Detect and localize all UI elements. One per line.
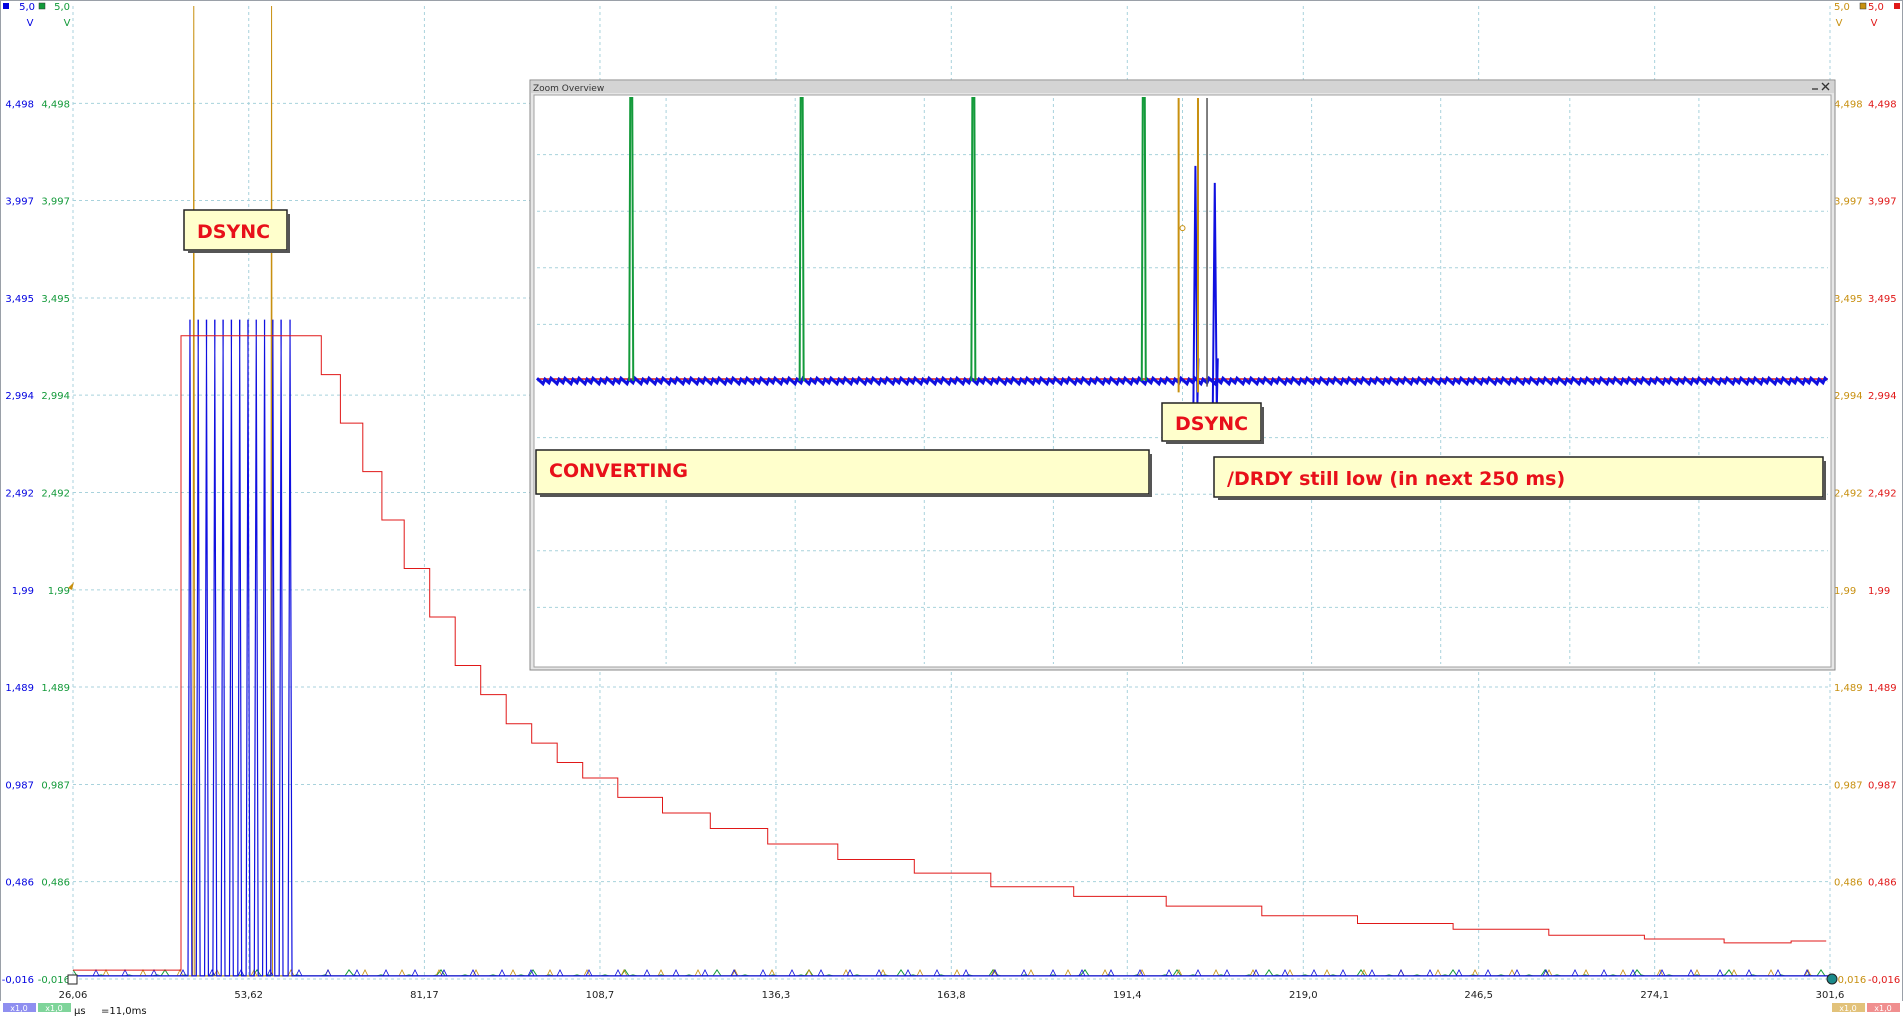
converting-annotation[interactable]: CONVERTING: [535, 449, 1152, 497]
blue-scale-tick: 3,997: [5, 197, 34, 208]
time-tick-label: 163,8: [937, 990, 966, 1001]
oscilloscope-view: 5,0 5,0 V V 4,498 3,997 3,495 2,994 2,492 1,99 1,4…: [0, 0, 1903, 1019]
green-scale-unit: V: [64, 18, 71, 29]
blue-scale-max: 5,0: [19, 2, 35, 13]
timebase-label: =11,0ms: [101, 1006, 147, 1017]
orange-scale-tick: 2,492: [1834, 489, 1863, 500]
time-unit-label: µs: [74, 1006, 86, 1017]
drdy-annotation[interactable]: /DRDY still low (in next 250 ms): [1213, 456, 1826, 500]
red-scale-unit: V: [1871, 18, 1878, 29]
orange-scale-tick: 4,498: [1834, 99, 1863, 110]
left-cursor-handle[interactable]: [67, 974, 78, 985]
zoom-dsync-label: DSYNC: [1175, 413, 1248, 435]
channel-badge-left-1[interactable]: x1,0: [3, 1003, 36, 1013]
right-cursor-handle[interactable]: [1826, 973, 1838, 985]
blue-scale-tick: -0,016: [2, 975, 34, 986]
green-scale-tick: 4,498: [41, 99, 70, 110]
time-tick-label: 219,0: [1289, 990, 1318, 1001]
blue-scale-unit: V: [27, 18, 34, 29]
blue-scale-tick: 1,99: [12, 586, 34, 597]
blue-scale-tick: 0,486: [5, 878, 34, 889]
red-scale-tick: 0,987: [1868, 780, 1897, 791]
blue-scale-tick: 4,498: [5, 99, 34, 110]
red-scale-tick: 3,997: [1868, 197, 1897, 208]
channel-red-marker[interactable]: [1894, 3, 1900, 9]
time-tick-label: 301,6: [1816, 990, 1845, 1001]
orange-scale-unit: V: [1836, 18, 1843, 29]
green-scale-tick: 2,994: [41, 391, 70, 402]
blue-scale-tick: 2,994: [5, 391, 34, 402]
time-tick-label: 108,7: [586, 990, 615, 1001]
channel-badge-right-1[interactable]: x1,0: [1832, 1003, 1865, 1013]
green-scale-max: 5,0: [54, 2, 70, 13]
channel-orange-marker[interactable]: [1859, 2, 1867, 10]
channel-badge-left-2[interactable]: x1,0: [38, 1003, 71, 1013]
blue-scale-tick: 3,495: [5, 294, 34, 305]
zoom-title-bar[interactable]: [531, 81, 1834, 93]
svg-text:x1,0: x1,0: [45, 1004, 62, 1013]
channel-blue-marker[interactable]: [3, 3, 9, 9]
time-tick-label: 26,06: [59, 990, 88, 1001]
red-scale-tick: 2,492: [1868, 489, 1897, 500]
orange-scale-tick: 3,997: [1834, 197, 1863, 208]
green-scale-tick: 0,486: [41, 878, 70, 889]
red-scale-tick: 3,495: [1868, 294, 1897, 305]
time-tick-label: 191,4: [1113, 990, 1142, 1001]
blue-scale-tick: 2,492: [5, 489, 34, 500]
red-scale-tick: 1,489: [1868, 683, 1897, 694]
main-dsync-annotation[interactable]: DSYNC: [183, 209, 290, 253]
blue-scale-tick: 0,987: [5, 780, 34, 791]
red-scale-tick: -0,016: [1868, 975, 1900, 986]
zoom-dsync-annotation[interactable]: DSYNC: [1161, 402, 1264, 444]
converting-label: CONVERTING: [549, 460, 688, 482]
green-scale-tick: 0,987: [41, 780, 70, 791]
green-scale-tick: 1,99: [48, 586, 70, 597]
green-scale-tick: 3,495: [41, 294, 70, 305]
red-scale-tick: 4,498: [1868, 99, 1897, 110]
green-scale-tick: -0,016: [38, 975, 70, 986]
green-scale-tick: 1,489: [41, 683, 70, 694]
green-scale-tick: 2,492: [41, 489, 70, 500]
svg-text:x1,0: x1,0: [1874, 1004, 1891, 1013]
red-scale-tick: 1,99: [1868, 586, 1890, 597]
orange-scale-tick: 0,987: [1834, 780, 1863, 791]
time-tick-label: 274,1: [1640, 990, 1669, 1001]
green-scale-tick: 3,997: [41, 197, 70, 208]
svg-text:x1,0: x1,0: [10, 1004, 27, 1013]
bottom-bar: x1,0 x1,0 µs =11,0ms x1,0 x1,0: [0, 1001, 1903, 1019]
orange-scale-tick: 1,99: [1834, 586, 1856, 597]
main-dsync-label: DSYNC: [197, 221, 270, 243]
time-tick-label: 246,5: [1464, 990, 1493, 1001]
time-tick-label: 53,62: [234, 990, 263, 1001]
channel-green-marker[interactable]: [38, 2, 46, 10]
zoom-overview-window[interactable]: Zoom Overview DSYNC CONVERTING /DRDY sti…: [529, 79, 1836, 671]
orange-scale-tick: -0,016: [1834, 975, 1866, 986]
blue-scale-tick: 1,489: [5, 683, 34, 694]
svg-text:x1,0: x1,0: [1839, 1004, 1856, 1013]
orange-scale-tick: 1,489: [1834, 683, 1863, 694]
time-tick-label: 81,17: [410, 990, 439, 1001]
orange-scale-tick: 2,994: [1834, 391, 1863, 402]
red-scale-tick: 0,486: [1868, 878, 1897, 889]
channel-badge-right-2[interactable]: x1,0: [1867, 1003, 1900, 1013]
zoom-title: Zoom Overview: [533, 84, 604, 94]
orange-scale-max: 5,0: [1834, 2, 1850, 13]
zoom-cursor-dot[interactable]: [1179, 225, 1186, 232]
orange-scale-tick: 3,495: [1834, 294, 1863, 305]
drdy-label: /DRDY still low (in next 250 ms): [1227, 468, 1565, 490]
time-tick-label: 136,3: [762, 990, 791, 1001]
red-scale-max: 5,0: [1868, 2, 1884, 13]
orange-scale-tick: 0,486: [1834, 878, 1863, 889]
red-scale-tick: 2,994: [1868, 391, 1897, 402]
